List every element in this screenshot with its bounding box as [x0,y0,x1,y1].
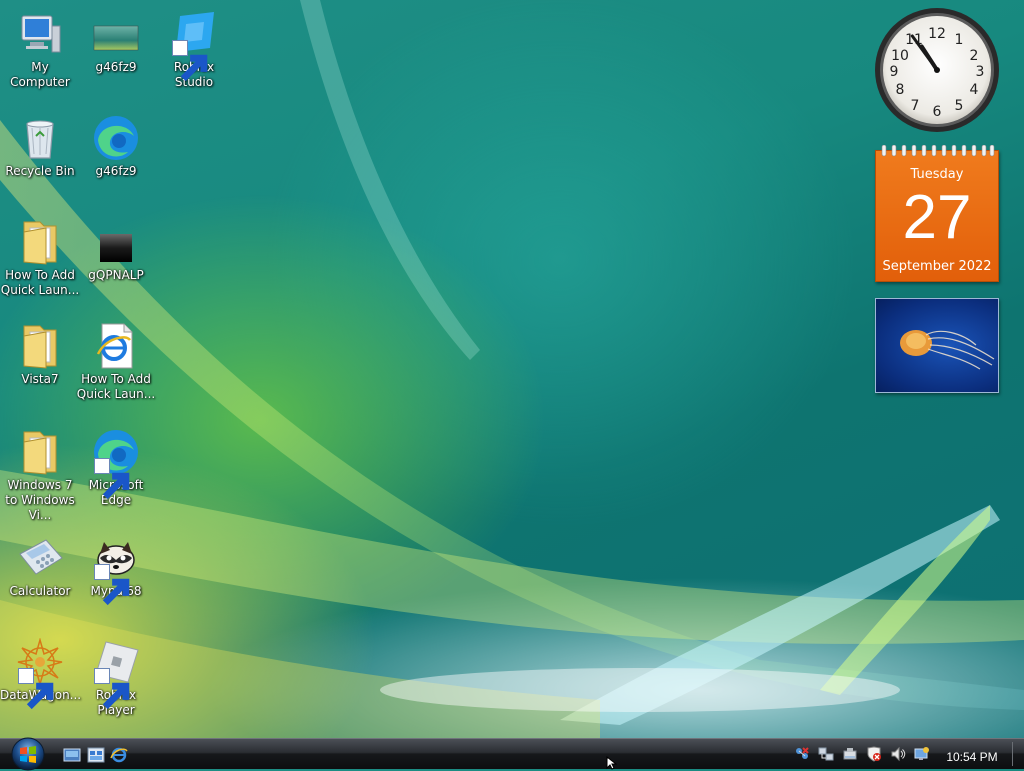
tray-volume[interactable] [890,746,906,762]
desktop-icon-label: Calculator [9,584,71,598]
desktop-icon-roblox-player[interactable]: Roblox Player [76,638,156,718]
svg-text:12: 12 [928,26,946,42]
roblox-player-icon [92,638,140,710]
calendar-month-year: September 2022 [882,259,992,274]
shortcut-arrow-icon [94,668,130,710]
start-orb-icon [11,737,45,771]
svg-text:1: 1 [955,32,964,48]
svg-text:2: 2 [970,48,979,64]
desktop-icon-label: g46fz9 [95,60,137,74]
calendar-rings [881,145,995,157]
desktop-icon-g46fz9-edge[interactable]: g46fz9 [76,114,156,179]
volume-icon [891,746,906,762]
shortcut-arrow-icon [94,564,130,606]
desktop-icon-label: Vista7 [21,372,59,386]
quick-launch-internet-explorer[interactable] [110,746,128,764]
folder-icon [16,218,64,266]
display-icon [914,747,929,760]
clock-gadget[interactable]: 1212 345 678 91011 [873,6,1001,134]
svg-text:8: 8 [896,82,905,98]
taskbar: 10:54 PM [0,735,1024,771]
ie-document-icon [92,322,140,370]
system-tray: 10:54 PM [790,743,1022,767]
calendar-weekday: Tuesday [910,167,964,182]
desktop-icon-windows7-folder[interactable]: Windows 7 to Windows Vi... [0,428,80,523]
clock-face: 1212 345 678 91011 [875,8,999,132]
folder-icon [16,322,64,370]
tray-network-activity[interactable] [818,746,834,762]
security-alert-icon [867,746,881,762]
desktop-icon-label: g46fz9 [95,164,137,178]
network-activity-icon [818,747,834,761]
tray-security-alert[interactable] [866,746,882,762]
desktop-icon-how-to-add-folder[interactable]: How To Add Quick Laun... [0,218,80,298]
desktop-icon-label: How To Add Quick Laun... [76,372,156,401]
computer-icon [16,10,64,58]
desktop-icon-calculator[interactable]: Calculator [0,534,80,599]
shortcut-arrow-icon [94,458,130,500]
jellyfish-photo [900,330,995,370]
desktop-icon-roblox-studio[interactable]: Roblox Studio [154,10,234,90]
svg-text:6: 6 [933,104,942,120]
shortcut-arrow-icon [172,40,208,82]
tray-display[interactable] [914,746,930,762]
desktop-icon-mypal68[interactable]: Mypal68 [76,534,156,606]
desktop-icon-label: My Computer [10,60,70,89]
desktop-icon-how-to-add-document[interactable]: How To Add Quick Laun... [76,322,156,402]
shortcut-arrow-icon [18,668,54,710]
safely-remove-icon [843,748,857,760]
desktop-icon-datawagon[interactable]: DataWagon... [0,638,81,710]
svg-text:4: 4 [970,82,979,98]
desktop-icon-recycle-bin[interactable]: Recycle Bin [0,114,80,179]
show-desktop-icon [63,748,81,762]
desktop-icon-label: Windows 7 to Windows Vi... [5,478,75,522]
black-image-icon [92,218,140,266]
desktop-icon-label: gQPNALP [88,268,144,282]
start-button[interactable] [8,735,48,771]
folder-icon [16,428,64,476]
desktop-icon-gqpnalp[interactable]: gQPNALP [76,218,156,283]
tray-safely-remove[interactable] [842,746,858,762]
svg-text:5: 5 [955,98,964,114]
calendar-gadget[interactable]: Tuesday 27 September 2022 [875,145,999,282]
roblox-studio-icon [170,10,218,82]
network-icon [796,747,809,759]
svg-text:3: 3 [976,64,985,80]
desktop-icon-label: How To Add Quick Laun... [0,268,80,297]
image-file-icon [92,10,140,58]
desktop-icon-microsoft-edge[interactable]: Microsoft Edge [76,428,156,508]
svg-text:9: 9 [890,64,899,80]
edge-icon [92,114,140,162]
calendar-day: 27 [902,183,972,252]
svg-text:7: 7 [911,98,920,114]
quick-launch-switch-windows[interactable] [87,746,105,764]
show-desktop-button[interactable] [1012,742,1023,766]
desktop-icon-g46fz9-image[interactable]: g46fz9 [76,10,156,75]
tray-network[interactable] [794,746,810,762]
raccoon-icon [92,534,140,606]
desktop-icon-vista7[interactable]: Vista7 [0,322,80,387]
taskbar-clock[interactable]: 10:54 PM [940,750,1004,764]
calculator-icon [16,534,64,582]
quick-launch-show-desktop[interactable] [63,746,81,764]
slideshow-gadget[interactable] [875,298,999,393]
edge-icon [92,428,140,500]
datawagon-icon [16,638,64,710]
recycle-bin-icon [16,114,64,162]
desktop-icon-label: Recycle Bin [5,164,75,178]
switch-windows-icon [87,747,105,763]
desktop-icon-my-computer[interactable]: My Computer [0,10,80,90]
ie-icon [110,747,128,763]
svg-text:10: 10 [891,48,909,64]
